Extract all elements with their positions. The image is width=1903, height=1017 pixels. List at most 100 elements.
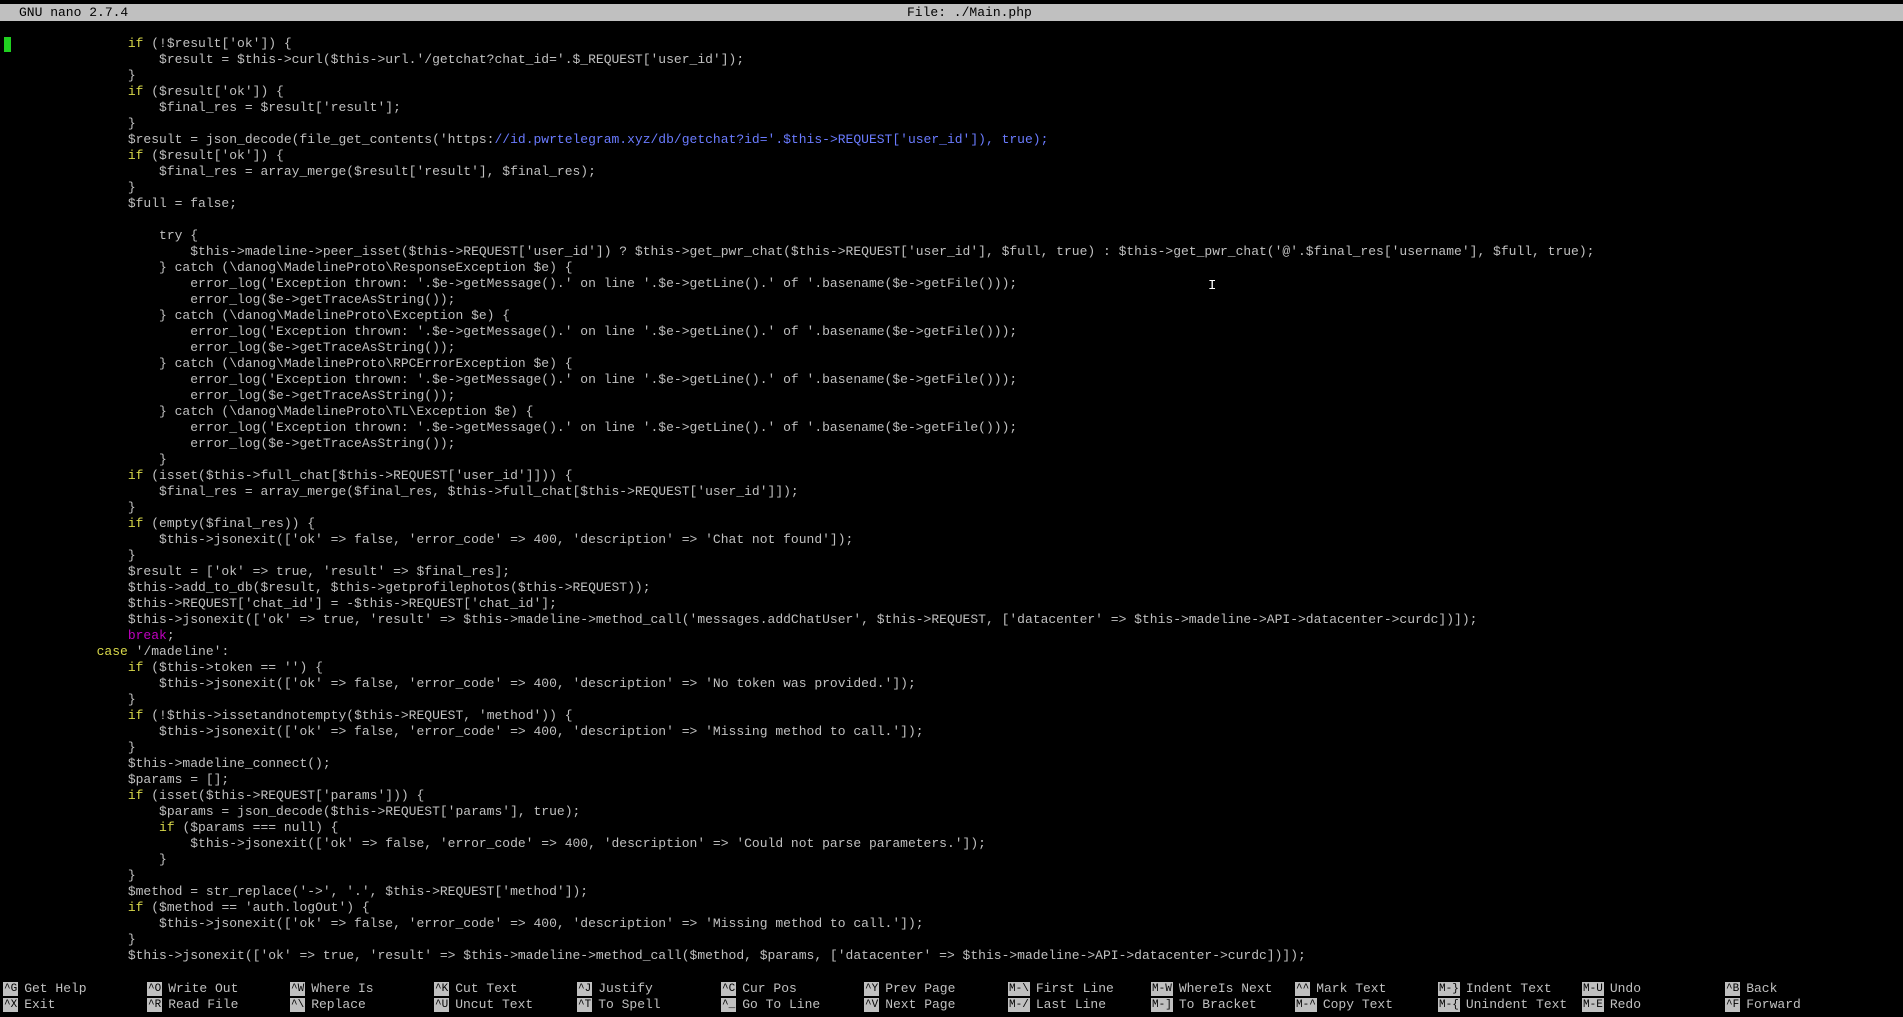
shortcut-label: Cut Text [455, 981, 518, 996]
code-line: $this->madeline->peer_isset($this->REQUE… [0, 244, 1903, 260]
code-line: } [0, 932, 1903, 948]
shortcut-mark-text[interactable]: ^^ Mark Text [1295, 981, 1386, 997]
app-version: GNU nano 2.7.4 [19, 5, 129, 20]
shortcut-key: M-W [1151, 982, 1173, 996]
shortcut-label: Go To Line [742, 997, 821, 1012]
code-line: if (isset($this->REQUEST['params'])) { [0, 788, 1903, 804]
code-line-text: break; [127, 628, 175, 643]
code-line-text: $final_res = array_merge($result['result… [3, 164, 596, 179]
keyword: if [127, 148, 144, 163]
code-line: $this->madeline_connect(); [0, 756, 1903, 772]
code-line: $final_res = array_merge($final_res, $th… [0, 484, 1903, 500]
code-line: $full = false; [0, 196, 1903, 212]
shortcut-whereis-next[interactable]: M-W WhereIs Next [1151, 981, 1272, 997]
shortcut-to-spell[interactable]: ^T To Spell [577, 997, 661, 1013]
shortcut-key: M-{ [1438, 998, 1460, 1012]
code-line: } [0, 116, 1903, 132]
shortcut-key: ^W [290, 982, 306, 996]
shortcut-cur-pos[interactable]: ^C Cur Pos [721, 981, 797, 997]
file-name: File: ./Main.php [907, 5, 1032, 20]
code-line-text: error_log($e->getTraceAsString()); [3, 436, 456, 451]
shortcut-label: Redo [1609, 997, 1642, 1012]
code-line-text: $method = str_replace('->', '.', $this->… [3, 884, 589, 899]
code-line: error_log($e->getTraceAsString()); [0, 388, 1903, 404]
code-line-text: } catch (\danog\MadelineProto\ResponseEx… [3, 260, 573, 275]
shortcut-cut-text[interactable]: ^K Cut Text [434, 981, 518, 997]
keyword: if [127, 900, 144, 915]
code-line-text: if ($method == 'auth.logOut') { [127, 900, 370, 915]
shortcut-indent-text[interactable]: M-} Indent Text [1438, 981, 1552, 997]
shortcut-read-file[interactable]: ^R Read File [147, 997, 238, 1013]
code-line: case '/madeline': [0, 644, 1903, 660]
code-line-text: $this->madeline->peer_isset($this->REQUE… [3, 244, 1595, 259]
shortcut-replace[interactable]: ^\ Replace [290, 997, 366, 1013]
code-line-text: } [3, 68, 136, 83]
code-line-text: try { [3, 228, 199, 243]
shortcut-bar: ^G Get Help ^O Write Out ^W Where Is ^K Cut Tex… [0, 981, 1903, 1015]
code-line: if ($method == 'auth.logOut') { [0, 900, 1903, 916]
shortcut-justify[interactable]: ^J Justify [577, 981, 653, 997]
shortcut-label: Read File [168, 997, 239, 1012]
shortcut-key: ^Y [864, 982, 880, 996]
code-line-text: } [3, 868, 136, 883]
shortcut-label: To Bracket [1178, 997, 1257, 1012]
code-line-text: } [3, 116, 136, 131]
code-line-text: } catch (\danog\MadelineProto\TL\Excepti… [3, 404, 534, 419]
code-line-text: error_log('Exception thrown: '.$e->getMe… [3, 372, 1018, 387]
code-line: } catch (\danog\MadelineProto\ResponseEx… [0, 260, 1903, 276]
code-line: error_log($e->getTraceAsString()); [0, 436, 1903, 452]
shortcut-key: ^O [147, 982, 163, 996]
shortcut-label: First Line [1035, 981, 1114, 996]
code-line-text: if (isset($this->full_chat[$this->REQUES… [127, 468, 573, 483]
code-line: if ($params === null) { [0, 820, 1903, 836]
shortcut-label: Where Is [311, 981, 374, 996]
shortcut-key: ^F [1725, 998, 1741, 1012]
shortcut-first-line[interactable]: M-\ First Line [1008, 981, 1114, 997]
shortcut-prev-page[interactable]: ^Y Prev Page [864, 981, 955, 997]
code-line: error_log($e->getTraceAsString()); [0, 340, 1903, 356]
editor-area[interactable]: if (!$result['ok']) { $result = $this->c… [0, 36, 1903, 966]
code-line: } catch (\danog\MadelineProto\TL\Excepti… [0, 404, 1903, 420]
shortcut-copy-text[interactable]: M-^ Copy Text [1295, 997, 1393, 1013]
shortcut-label: WhereIs Next [1178, 981, 1273, 996]
shortcut-label: Replace [311, 997, 366, 1012]
shortcut-forward[interactable]: ^F Forward [1725, 997, 1801, 1013]
shortcut-key: ^K [434, 982, 450, 996]
code-line: $this->REQUEST['chat_id'] = -$this->REQU… [0, 596, 1903, 612]
code-line-text: } catch (\danog\MadelineProto\Exception … [3, 308, 511, 323]
keyword: if [127, 660, 144, 675]
shortcut-label: Uncut Text [455, 997, 534, 1012]
shortcut-go-to-line[interactable]: ^_ Go To Line [721, 997, 820, 1013]
code-line-text: $this->add_to_db($result, $this->getprof… [3, 580, 651, 595]
keyword: if [127, 708, 144, 723]
code-line-text: $full = false; [3, 196, 238, 211]
shortcut-uncut-text[interactable]: ^U Uncut Text [434, 997, 533, 1013]
shortcut-write-out[interactable]: ^O Write Out [147, 981, 238, 997]
code-line-text: } [3, 852, 167, 867]
code-line-text: } [3, 932, 136, 947]
shortcut-exit[interactable]: ^X Exit [3, 997, 55, 1013]
shortcut-back[interactable]: ^B Back [1725, 981, 1777, 997]
code-line: $result = ['ok' => true, 'result' => $fi… [0, 564, 1903, 580]
code-line: $this->jsonexit(['ok' => false, 'error_c… [0, 916, 1903, 932]
shortcut-last-line[interactable]: M-/ Last Line [1008, 997, 1106, 1013]
code-line-text: $this->jsonexit(['ok' => true, 'result' … [3, 612, 1478, 627]
code-line-text: } catch (\danog\MadelineProto\RPCErrorEx… [3, 356, 573, 371]
code-line-text: if ($result['ok']) { [127, 84, 284, 99]
code-line-text: case '/madeline': [96, 644, 230, 659]
shortcut-label: Mark Text [1316, 981, 1387, 996]
code-line-text: } [3, 180, 136, 195]
shortcut-unindent-text[interactable]: M-{Unindent Text [1438, 997, 1567, 1013]
shortcut-redo[interactable]: M-E Redo [1582, 997, 1641, 1013]
code-line-text: if ($result['ok']) { [127, 148, 284, 163]
code-line: if ($result['ok']) { [0, 84, 1903, 100]
shortcut-to-bracket[interactable]: M-] To Bracket [1151, 997, 1257, 1013]
shortcut-next-page[interactable]: ^V Next Page [864, 997, 955, 1013]
code-line-text: $this->jsonexit(['ok' => false, 'error_c… [3, 916, 924, 931]
code-line: if (!$this->issetandnotempty($this->REQU… [0, 708, 1903, 724]
shortcut-where-is[interactable]: ^W Where Is [290, 981, 374, 997]
shortcut-get-help[interactable]: ^G Get Help [3, 981, 87, 997]
code-line-text: $this->jsonexit(['ok' => false, 'error_c… [3, 676, 916, 691]
shortcut-undo[interactable]: M-U Undo [1582, 981, 1641, 997]
